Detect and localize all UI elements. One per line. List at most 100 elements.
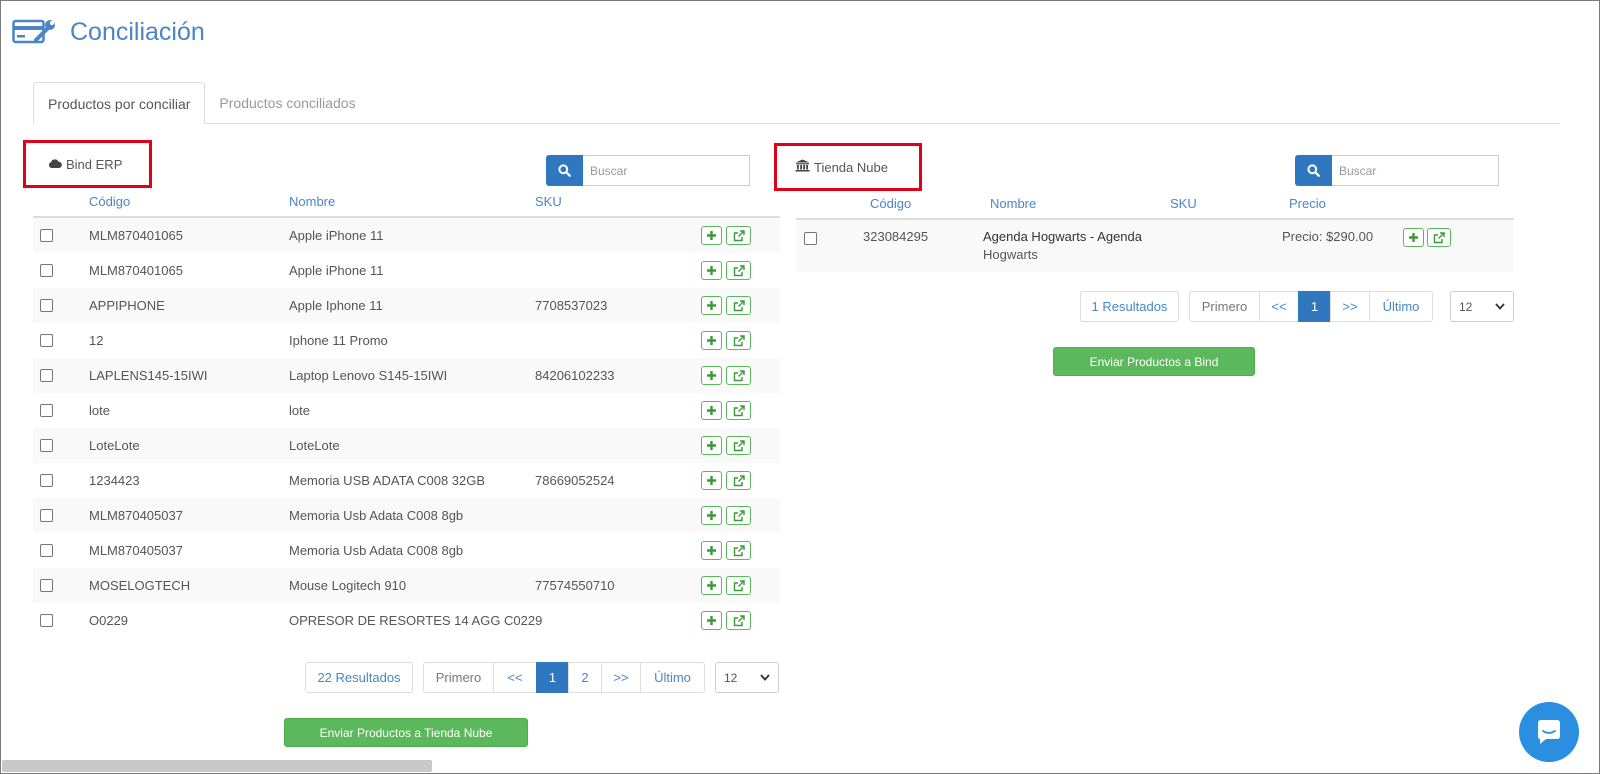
left-page-next[interactable]: >> bbox=[601, 662, 641, 693]
row-add-button[interactable] bbox=[701, 541, 722, 560]
right-row-precio: Precio: $290.00 bbox=[1282, 229, 1374, 244]
left-page-first[interactable]: Primero bbox=[423, 662, 494, 693]
right-search-input[interactable] bbox=[1332, 155, 1499, 186]
bind-erp-label-text: Bind ERP bbox=[66, 156, 123, 172]
plus-icon bbox=[707, 546, 716, 555]
row-open-button[interactable] bbox=[726, 436, 751, 455]
left-pagination: Primero << 1 2 >> Último bbox=[423, 662, 705, 693]
table-row: MLM870405037 Memoria Usb Adata C008 8gb bbox=[33, 498, 780, 533]
row-add-button[interactable] bbox=[701, 261, 722, 280]
row-add-button[interactable] bbox=[701, 331, 722, 350]
right-row-codigo: 323084295 bbox=[863, 229, 929, 244]
row-open-button[interactable] bbox=[726, 401, 751, 420]
right-search-button[interactable] bbox=[1295, 155, 1332, 186]
external-link-icon bbox=[733, 509, 745, 521]
plus-icon bbox=[707, 441, 716, 450]
row-add-button[interactable] bbox=[701, 401, 722, 420]
external-link-icon bbox=[733, 229, 745, 241]
external-link-icon bbox=[733, 579, 745, 591]
right-results-count: 1 Resultados bbox=[1080, 291, 1179, 322]
right-col-codigo[interactable]: Código bbox=[870, 196, 911, 211]
left-page-1[interactable]: 1 bbox=[536, 662, 569, 693]
left-col-codigo[interactable]: Código bbox=[89, 194, 130, 209]
row-checkbox[interactable] bbox=[40, 264, 53, 277]
row-checkbox[interactable] bbox=[40, 579, 53, 592]
right-page-1[interactable]: 1 bbox=[1298, 291, 1331, 322]
row-checkbox[interactable] bbox=[40, 299, 53, 312]
row-open-button[interactable] bbox=[726, 471, 751, 490]
table-row: LoteLote LoteLote bbox=[33, 428, 780, 463]
right-search bbox=[1295, 155, 1499, 186]
row-open-button[interactable] bbox=[726, 541, 751, 560]
row-add-button[interactable] bbox=[701, 576, 722, 595]
right-page-size-select[interactable]: 12 bbox=[1450, 291, 1514, 322]
right-page-prev[interactable]: << bbox=[1259, 291, 1299, 322]
right-table-row: 323084295 Agenda Hogwarts - Agenda Hogwa… bbox=[796, 220, 1514, 272]
row-nombre: Memoria Usb Adata C008 8gb bbox=[289, 508, 464, 523]
right-page-first[interactable]: Primero bbox=[1189, 291, 1260, 322]
right-col-sku[interactable]: SKU bbox=[1170, 196, 1197, 211]
table-row: APPIPHONE Apple Iphone 11 7708537023 bbox=[33, 288, 780, 323]
plus-icon bbox=[707, 511, 716, 520]
right-col-nombre[interactable]: Nombre bbox=[990, 196, 1036, 211]
left-col-nombre[interactable]: Nombre bbox=[289, 194, 335, 209]
row-open-button[interactable] bbox=[726, 331, 751, 350]
right-page-next[interactable]: >> bbox=[1330, 291, 1370, 322]
row-add-button[interactable] bbox=[701, 436, 722, 455]
row-add-button[interactable] bbox=[701, 471, 722, 490]
row-codigo: MOSELOGTECH bbox=[89, 578, 191, 593]
row-open-button[interactable] bbox=[726, 366, 751, 385]
row-add-button[interactable] bbox=[701, 506, 722, 525]
left-page-prev[interactable]: << bbox=[493, 662, 537, 693]
row-add-button[interactable] bbox=[701, 611, 722, 630]
right-col-precio[interactable]: Precio bbox=[1289, 196, 1326, 211]
right-row-checkbox[interactable] bbox=[804, 232, 817, 245]
left-page-2[interactable]: 2 bbox=[568, 662, 602, 693]
send-to-tienda-nube-button[interactable]: Enviar Productos a Tienda Nube bbox=[284, 718, 528, 747]
table-row: 12 Iphone 11 Promo bbox=[33, 323, 780, 358]
left-search-button[interactable] bbox=[546, 155, 583, 186]
left-search-input[interactable] bbox=[583, 155, 750, 186]
plus-icon bbox=[1409, 233, 1418, 242]
left-page-last[interactable]: Último bbox=[640, 662, 705, 693]
right-row-open-button[interactable] bbox=[1427, 228, 1451, 247]
chat-bubble-icon bbox=[1538, 720, 1560, 744]
row-open-button[interactable] bbox=[726, 611, 751, 630]
row-open-button[interactable] bbox=[726, 296, 751, 315]
chat-widget-button[interactable] bbox=[1519, 702, 1579, 762]
row-codigo: LoteLote bbox=[89, 438, 140, 453]
row-checkbox[interactable] bbox=[40, 334, 53, 347]
row-add-button[interactable] bbox=[701, 366, 722, 385]
row-checkbox[interactable] bbox=[40, 439, 53, 452]
row-add-button[interactable] bbox=[701, 226, 722, 245]
horizontal-scrollbar[interactable] bbox=[2, 760, 432, 772]
row-checkbox[interactable] bbox=[40, 474, 53, 487]
row-checkbox[interactable] bbox=[40, 229, 53, 242]
row-checkbox[interactable] bbox=[40, 369, 53, 382]
row-open-button[interactable] bbox=[726, 261, 751, 280]
row-codigo: MLM870405037 bbox=[89, 543, 183, 558]
row-checkbox[interactable] bbox=[40, 544, 53, 557]
table-row: MLM870401065 Apple iPhone 11 bbox=[33, 218, 780, 253]
row-nombre: lote bbox=[289, 403, 310, 418]
left-page-size-select[interactable]: 12 bbox=[715, 662, 779, 693]
tab-productos-por-conciliar[interactable]: Productos por conciliar bbox=[33, 82, 206, 124]
tab-productos-conciliados[interactable]: Productos conciliados bbox=[205, 82, 369, 124]
right-row-add-button[interactable] bbox=[1403, 228, 1424, 247]
row-nombre: OPRESOR DE RESORTES 14 AGG C0229 bbox=[289, 613, 543, 628]
row-add-button[interactable] bbox=[701, 296, 722, 315]
row-checkbox[interactable] bbox=[40, 404, 53, 417]
send-to-bind-button[interactable]: Enviar Productos a Bind bbox=[1053, 347, 1255, 376]
left-col-sku[interactable]: SKU bbox=[535, 194, 562, 209]
plus-icon bbox=[707, 266, 716, 275]
row-checkbox[interactable] bbox=[40, 614, 53, 627]
row-codigo: 1234423 bbox=[89, 473, 140, 488]
right-page-last[interactable]: Último bbox=[1369, 291, 1433, 322]
row-nombre: Apple Iphone 11 bbox=[289, 298, 383, 313]
row-open-button[interactable] bbox=[726, 226, 751, 245]
row-checkbox[interactable] bbox=[40, 509, 53, 522]
row-open-button[interactable] bbox=[726, 576, 751, 595]
external-link-icon bbox=[733, 614, 745, 626]
row-open-button[interactable] bbox=[726, 506, 751, 525]
external-link-icon bbox=[733, 439, 745, 451]
